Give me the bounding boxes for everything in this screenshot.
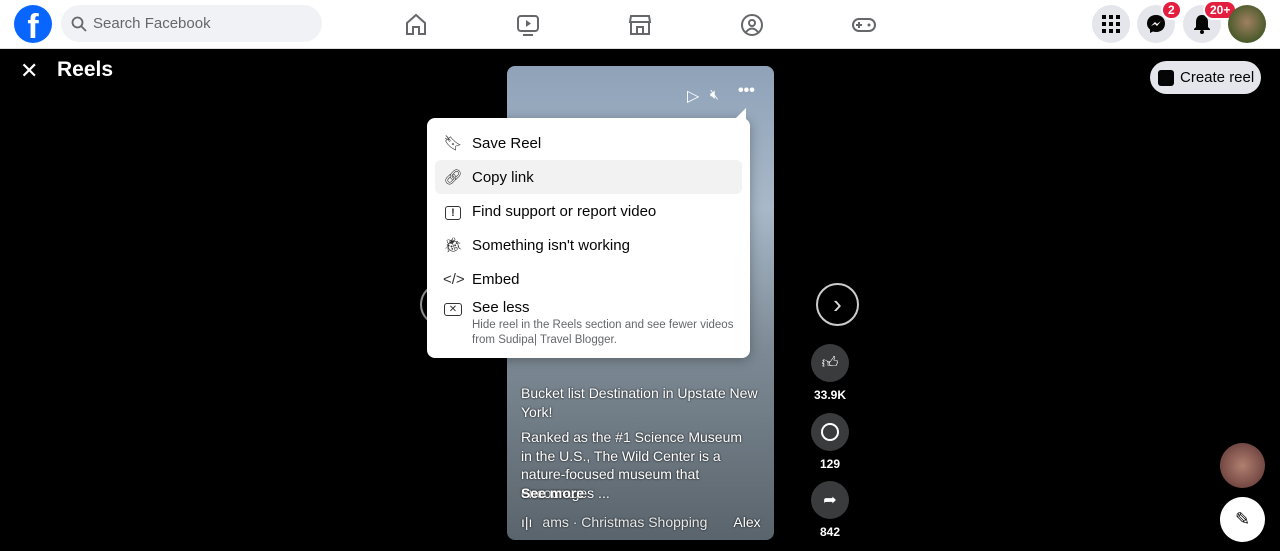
share-count: 842 (819, 525, 841, 539)
search-input[interactable]: Search Facebook (61, 5, 322, 42)
music-title: ams · Christmas Shopping (542, 514, 708, 530)
contact-chat-avatar[interactable] (1220, 443, 1265, 488)
menu-item-something-wrong[interactable]: 🐞︎ Something isn't working (435, 228, 742, 262)
next-reel-button[interactable]: › (816, 283, 859, 326)
menu-item-label: Save Reel (472, 134, 542, 152)
facebook-logo[interactable]: f (14, 5, 52, 43)
reel-options-menu: 🔖︎ Save Reel 🔗︎ Copy link ! Find support or… (427, 108, 750, 358)
audio-icon: ı|ı (521, 514, 533, 530)
menu-item-label: Something isn't working (472, 236, 630, 254)
close-box-icon: ✕ (443, 299, 463, 316)
reel-icon (1158, 69, 1174, 86)
share-button[interactable]: ➦ (811, 481, 849, 519)
comment-icon (821, 423, 839, 441)
compose-icon: ✎ (1234, 509, 1251, 529)
menu-item-embed[interactable]: </> Embed (435, 262, 742, 296)
see-less-description: Hide reel in the Reels section and see f… (472, 319, 734, 346)
see-more-link[interactable]: See more (521, 484, 584, 503)
thumbs-up-icon: 👍︎ (821, 354, 839, 372)
bookmark-icon: 🔖︎ (443, 135, 463, 152)
search-placeholder: Search Facebook (93, 15, 211, 32)
bug-icon: 🐞︎ (443, 237, 463, 254)
menu-item-save-reel[interactable]: 🔖︎ Save Reel (435, 126, 742, 160)
video-icon[interactable] (515, 12, 541, 38)
mute-icon[interactable]: 🔇︎ (710, 86, 719, 103)
gaming-icon[interactable] (851, 12, 877, 38)
messenger-badge: 2 (1161, 0, 1182, 20)
like-count: 33.9K (813, 388, 847, 402)
like-button[interactable]: 👍︎ (811, 344, 849, 382)
marketplace-icon[interactable] (627, 12, 653, 38)
reel-title: Bucket list Destination in Upstate New Y… (521, 385, 758, 420)
more-options-icon[interactable]: ••• (738, 82, 755, 100)
home-icon[interactable] (403, 12, 429, 38)
share-icon: ➦ (823, 492, 837, 509)
menu-item-report[interactable]: ! Find support or report video (435, 194, 742, 228)
create-reel-button[interactable]: Create reel (1150, 61, 1261, 94)
search-icon (71, 16, 87, 32)
menu-item-label: See less (472, 298, 530, 316)
music-info[interactable]: ı|ı ams · Christmas Shopping Alex (521, 513, 761, 532)
create-reel-label: Create reel (1180, 69, 1255, 86)
notifications-button[interactable]: 20+ (1183, 0, 1238, 43)
new-message-button[interactable]: ✎ (1220, 497, 1265, 542)
menu-item-label: Find support or report video (472, 202, 657, 220)
groups-icon[interactable] (739, 12, 765, 38)
menu-item-see-less[interactable]: ✕ See less Hide reel in the Reels section… (435, 296, 742, 348)
link-icon: 🔗︎ (443, 169, 463, 186)
profile-avatar[interactable] (1228, 5, 1266, 43)
play-icon[interactable]: ▷ (687, 86, 699, 106)
grid-icon (1102, 15, 1120, 33)
music-artist: Alex (733, 514, 761, 530)
menu-item-label: Embed (472, 270, 520, 288)
menu-item-copy-link[interactable]: 🔗︎ Copy link (435, 160, 742, 194)
messenger-button[interactable]: 2 (1137, 0, 1182, 43)
top-navbar: f Search Facebook 2 20+ (0, 0, 1280, 49)
page-title: Reels (57, 58, 114, 81)
code-icon: </> (443, 270, 465, 288)
menu-button[interactable] (1092, 5, 1130, 43)
comment-button[interactable] (811, 413, 849, 451)
comment-count: 129 (819, 457, 841, 471)
menu-item-label: Copy link (472, 168, 534, 186)
close-icon[interactable]: ✕ (20, 58, 38, 84)
report-icon: ! (443, 203, 463, 220)
